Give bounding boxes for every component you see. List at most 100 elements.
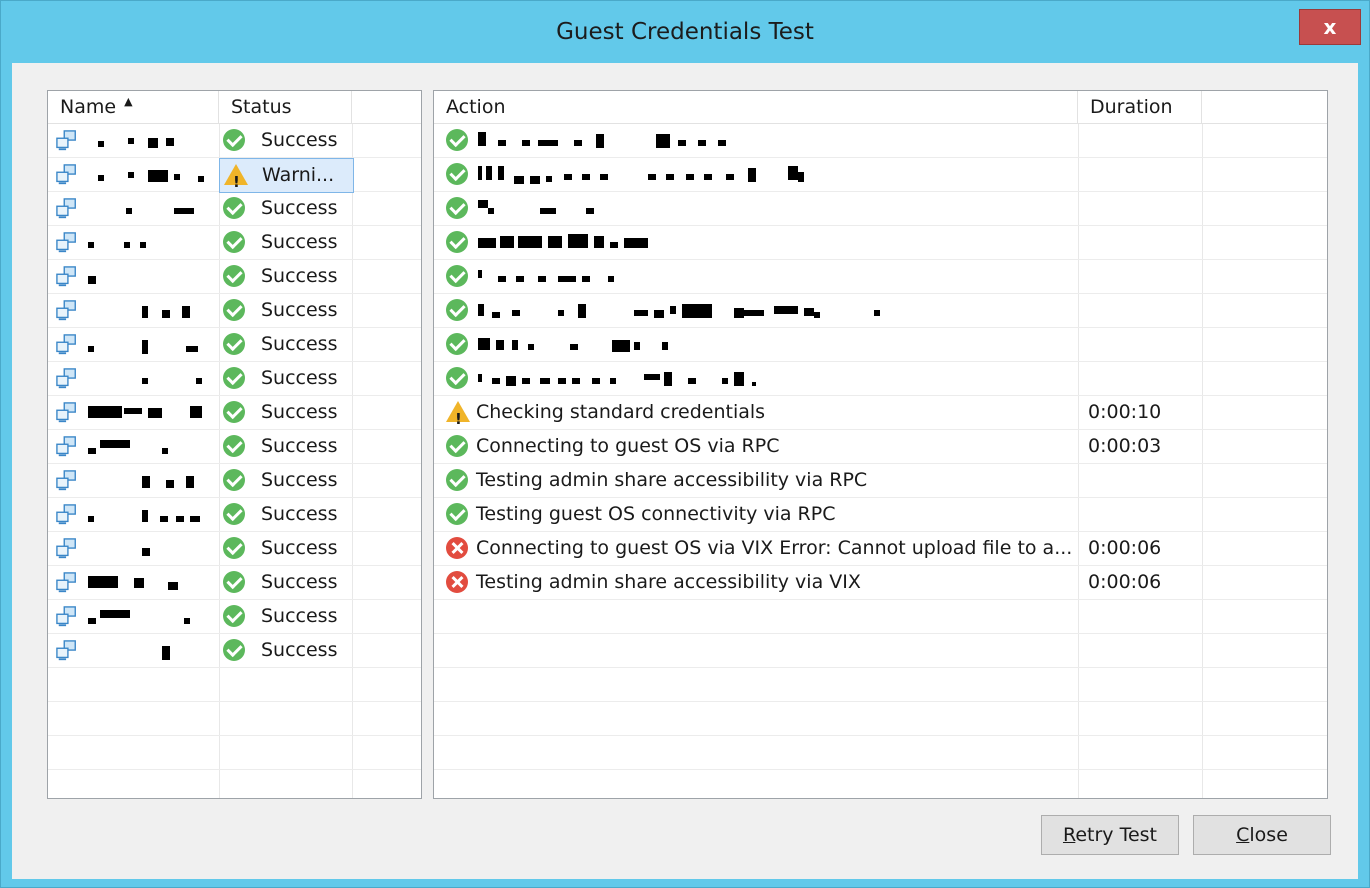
duration-cell: 0:00:10 — [1088, 401, 1162, 423]
close-window-button[interactable]: x — [1299, 9, 1361, 45]
redacted-action-text — [722, 378, 728, 384]
duration-cell: 0:00:06 — [1088, 571, 1162, 593]
vm-status-text: Success — [261, 503, 338, 525]
redacted-vm-name — [190, 406, 202, 418]
action-cell — [434, 226, 1078, 259]
redacted-vm-name — [142, 476, 150, 488]
vm-row[interactable]: Success — [48, 260, 421, 294]
vm-name-cell — [48, 124, 219, 157]
success-circle — [446, 333, 468, 355]
vm-list[interactable]: Name ▲ Status Success! Warni... Success Suc… — [47, 90, 422, 799]
action-row[interactable] — [434, 362, 1327, 396]
success-circle — [223, 197, 245, 219]
action-row[interactable]: Testing guest OS connectivity via RPC — [434, 498, 1327, 532]
success-icon — [446, 265, 470, 287]
redacted-action-text — [496, 340, 504, 350]
vm-row[interactable]: Success — [48, 226, 421, 260]
redacted-action-text — [498, 140, 506, 146]
empty-row — [434, 668, 1327, 702]
redacted-action-text — [682, 304, 712, 318]
virtual-machine-icon — [56, 606, 76, 627]
success-icon — [223, 639, 247, 661]
redacted-vm-name — [88, 242, 94, 248]
redacted-action-text — [814, 312, 820, 318]
redacted-vm-name — [184, 618, 190, 624]
error-circle — [446, 571, 468, 593]
redacted-action-text — [718, 140, 726, 146]
action-text: Testing guest OS connectivity via RPC — [476, 503, 836, 525]
vm-status-cell: Success — [219, 226, 352, 259]
vm-row[interactable]: Success — [48, 634, 421, 668]
redacted-action-text — [612, 340, 630, 352]
virtual-machine-icon — [56, 266, 76, 287]
close-button[interactable]: Close — [1193, 815, 1331, 855]
redacted-vm-name — [148, 170, 168, 182]
action-row[interactable]: ! Checking standard credentials 0:00:10 — [434, 396, 1327, 430]
vm-name-cell — [48, 396, 219, 429]
action-row[interactable] — [434, 260, 1327, 294]
action-log[interactable]: Action Duration ! Checking standard crede… — [433, 90, 1328, 799]
action-cell: Testing admin share accessibility via VI… — [434, 566, 1078, 599]
virtual-machine-icon — [56, 402, 76, 423]
action-row[interactable]: Testing admin share accessibility via RP… — [434, 464, 1327, 498]
duration-cell — [1088, 362, 1198, 395]
redacted-action-text — [564, 174, 572, 180]
vm-row[interactable]: Success — [48, 294, 421, 328]
column-header-status[interactable]: Status — [219, 91, 352, 124]
action-row[interactable] — [434, 158, 1327, 192]
action-row[interactable]: Testing admin share accessibility via VI… — [434, 566, 1327, 600]
action-text: Testing admin share accessibility via RP… — [476, 469, 868, 491]
vm-row[interactable]: Success — [48, 362, 421, 396]
redacted-action-text — [734, 308, 744, 318]
title-bar[interactable]: Guest Credentials Test x — [1, 1, 1369, 63]
success-circle — [223, 503, 245, 525]
success-icon — [223, 435, 247, 457]
error-circle — [446, 537, 468, 559]
vm-status-cell: Success — [219, 566, 352, 599]
action-row[interactable] — [434, 124, 1327, 158]
redacted-action-text — [478, 270, 482, 278]
vm-status-cell: Success — [219, 396, 352, 429]
redacted-action-text — [570, 344, 578, 350]
vm-row[interactable]: Success — [48, 328, 421, 362]
action-row[interactable] — [434, 294, 1327, 328]
action-row[interactable] — [434, 328, 1327, 362]
retry-test-button[interactable]: Retry Test — [1041, 815, 1179, 855]
redacted-action-text — [656, 134, 670, 148]
success-icon — [446, 231, 470, 253]
column-header-action[interactable]: Action — [434, 91, 1078, 124]
vm-status-text: Success — [261, 639, 338, 661]
vm-status-text: Success — [261, 469, 338, 491]
redacted-action-text — [752, 382, 756, 386]
vm-row[interactable]: Success — [48, 600, 421, 634]
redacted-action-text — [548, 236, 562, 248]
vm-row[interactable]: Success — [48, 192, 421, 226]
success-circle — [223, 605, 245, 627]
action-row[interactable] — [434, 226, 1327, 260]
vm-row[interactable]: Success — [48, 498, 421, 532]
action-cell — [434, 362, 1078, 395]
column-header-filler — [1202, 91, 1327, 124]
close-label: lose — [1249, 824, 1288, 846]
action-row[interactable]: Connecting to guest OS via VIX Error: Ca… — [434, 532, 1327, 566]
action-cell — [434, 328, 1078, 361]
vm-status-cell: Success — [219, 464, 352, 497]
action-row[interactable] — [434, 192, 1327, 226]
success-circle — [446, 265, 468, 287]
vm-row[interactable]: Success — [48, 430, 421, 464]
redacted-action-text — [644, 374, 660, 380]
vm-row[interactable]: Success — [48, 566, 421, 600]
vm-row[interactable]: Success — [48, 532, 421, 566]
vm-row[interactable]: Success — [48, 124, 421, 158]
error-icon — [446, 571, 470, 593]
column-header-name[interactable]: Name ▲ — [48, 91, 219, 124]
vm-row[interactable]: Success — [48, 396, 421, 430]
redacted-action-text — [594, 236, 604, 248]
vm-row[interactable]: Success — [48, 464, 421, 498]
column-header-duration[interactable]: Duration — [1078, 91, 1202, 124]
empty-row — [48, 668, 421, 702]
success-icon — [446, 299, 470, 321]
vm-row[interactable]: ! Warni... — [48, 158, 421, 193]
empty-row — [48, 770, 421, 798]
action-row[interactable]: Connecting to guest OS via RPC 0:00:03 — [434, 430, 1327, 464]
